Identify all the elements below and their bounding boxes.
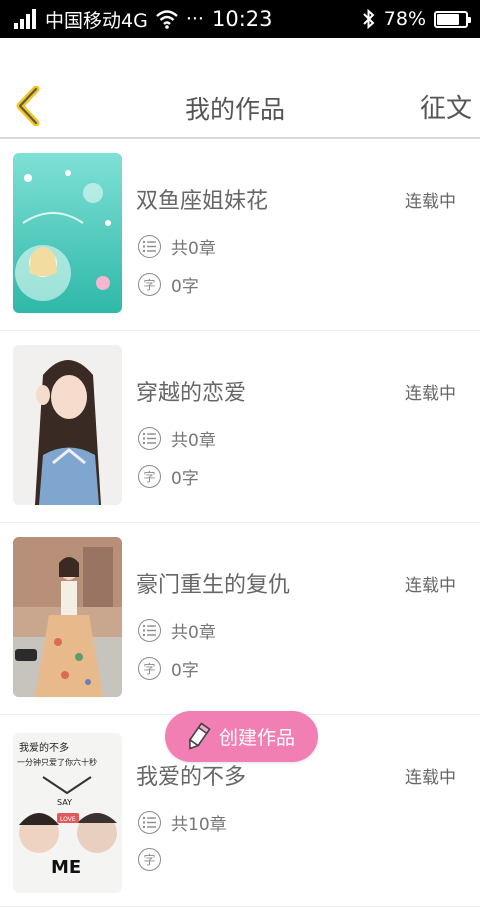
pencil-icon	[189, 721, 211, 750]
work-item[interactable]: 穿越的恋爱 连载中 共0章 字 0字	[0, 331, 480, 523]
work-title: 双鱼座姐妹花	[136, 189, 269, 214]
work-item[interactable]: 豪门重生的复仇 连载中 共0章 字 0字	[0, 523, 480, 715]
app-header: 我的作品 征文	[0, 38, 480, 139]
zi-character-icon: 字	[138, 657, 161, 680]
essay-contest-button[interactable]: 征文	[420, 88, 472, 125]
work-cover-image	[13, 345, 122, 505]
chapter-count: 共0章	[138, 234, 216, 259]
clock: 10:23	[212, 7, 273, 31]
cover-me: ME	[51, 857, 81, 878]
word-count: 字 0字	[138, 272, 199, 297]
zi-character-icon: 字	[138, 465, 161, 488]
battery-fill	[437, 13, 459, 25]
serializing-status: 连载中	[405, 768, 456, 788]
work-cover-image	[13, 537, 122, 697]
chapter-count-label: 共0章	[171, 431, 216, 451]
works-list: 双鱼座姐妹花 连载中 共0章 字 0字 穿越的恋爱 连载中 共0章 字 0字 豪…	[0, 139, 480, 907]
word-count-label: 0字	[171, 469, 199, 489]
zi-glyph: 字	[143, 278, 156, 292]
serializing-status: 连载中	[405, 576, 456, 596]
battery-percent: 78%	[383, 8, 426, 30]
word-count: 字 0字	[138, 464, 199, 489]
word-count-label: 0字	[171, 277, 199, 297]
zi-character-icon: 字	[138, 848, 161, 871]
cover-love: LOVE	[60, 816, 76, 823]
serializing-status: 连载中	[405, 192, 456, 212]
word-count: 字 0字	[138, 656, 199, 681]
chapter-count: 共10章	[138, 810, 227, 835]
chapter-count-label: 共0章	[171, 239, 216, 259]
work-title: 豪门重生的复仇	[136, 573, 291, 598]
chapter-count: 共0章	[138, 426, 216, 451]
work-cover-image: 我爱的不多 一分钟只爱了你六十秒 SAY LOVE ME	[13, 733, 122, 893]
create-work-label: 创建作品	[219, 727, 296, 749]
signal-icon	[14, 9, 36, 29]
list-icon	[138, 427, 161, 450]
chapter-count-label: 共0章	[171, 623, 216, 643]
page-title: 我的作品	[184, 95, 285, 124]
battery-icon	[434, 10, 471, 28]
wifi-icon	[156, 10, 178, 29]
create-work-button[interactable]: 创建作品	[165, 711, 318, 762]
work-cover-image	[13, 153, 122, 313]
list-icon	[138, 619, 161, 642]
zi-glyph: 字	[143, 662, 156, 676]
status-bar: 中国移动4G ··· 10:23 78%	[0, 0, 480, 38]
notification-dots: ···	[185, 8, 204, 30]
bluetooth-icon	[363, 9, 375, 29]
work-title: 穿越的恋爱	[136, 381, 247, 406]
chapter-count: 共0章	[138, 618, 216, 643]
list-icon	[138, 811, 161, 834]
zi-glyph: 字	[143, 470, 156, 484]
cover-line-2: 一分钟只爱了你六十秒	[17, 757, 97, 767]
chapter-count-label: 共10章	[171, 815, 227, 835]
carrier-label: 中国移动4G	[45, 9, 148, 32]
work-title: 我爱的不多	[136, 765, 247, 790]
word-count: 字	[138, 848, 171, 871]
list-icon	[138, 235, 161, 258]
cover-line-1: 我爱的不多	[19, 741, 69, 754]
serializing-status: 连载中	[405, 384, 456, 404]
work-item[interactable]: 双鱼座姐妹花 连载中 共0章 字 0字	[0, 139, 480, 331]
word-count-label: 0字	[171, 661, 199, 681]
zi-character-icon: 字	[138, 273, 161, 296]
cover-say: SAY	[57, 798, 72, 807]
